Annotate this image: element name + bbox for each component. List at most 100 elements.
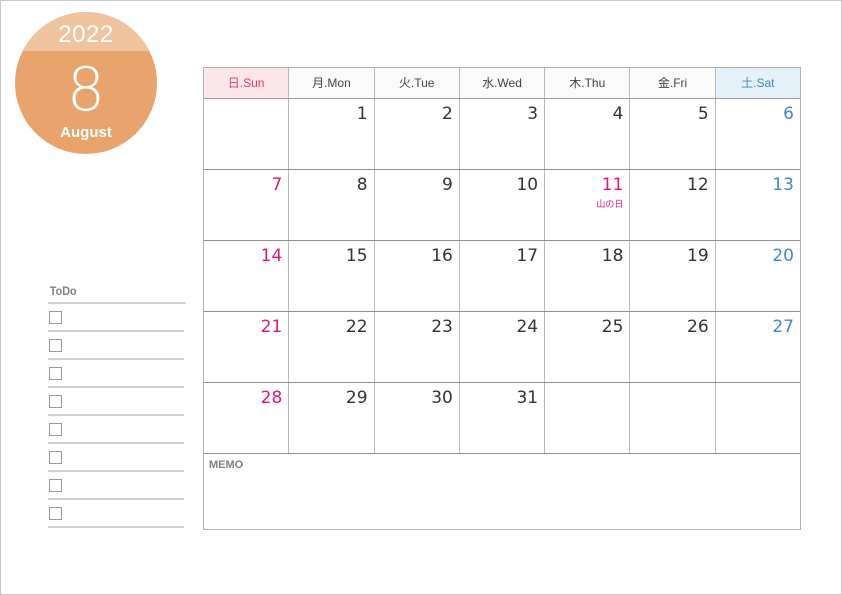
day-cell[interactable]: 21 xyxy=(204,312,289,382)
day-number: 2 xyxy=(442,104,453,124)
day-cell[interactable]: 6 xyxy=(714,99,800,169)
todo-item[interactable] xyxy=(48,472,184,500)
weekday-wed: 水.Wed xyxy=(458,68,545,98)
day-cell[interactable]: 13 xyxy=(714,170,800,240)
day-number: 24 xyxy=(516,317,539,337)
empty-cell[interactable] xyxy=(714,383,800,453)
day-cell[interactable]: 23 xyxy=(373,312,459,382)
day-number: 30 xyxy=(431,388,453,408)
day-cell[interactable]: 27 xyxy=(714,312,800,382)
day-number: 11 xyxy=(601,175,624,195)
empty-cell[interactable] xyxy=(629,383,715,453)
day-number: 12 xyxy=(687,175,709,195)
todo-item[interactable] xyxy=(48,500,184,528)
month-name: August xyxy=(60,124,112,141)
day-cell[interactable]: 14 xyxy=(204,241,289,311)
day-cell[interactable]: 17 xyxy=(458,241,545,311)
empty-cell[interactable] xyxy=(204,99,289,169)
day-number: 4 xyxy=(612,104,624,124)
day-cell[interactable]: 29 xyxy=(288,383,374,453)
todo-item[interactable] xyxy=(48,388,184,416)
day-number: 8 xyxy=(356,175,368,195)
day-number: 7 xyxy=(271,175,283,195)
day-cell[interactable]: 31 xyxy=(458,383,545,453)
day-number: 14 xyxy=(260,246,283,266)
holiday-label: 山の日 xyxy=(596,199,624,209)
day-number: 25 xyxy=(601,317,624,337)
day-cell[interactable]: 28 xyxy=(204,383,289,453)
day-number: 22 xyxy=(345,317,368,337)
day-number: 19 xyxy=(687,246,709,266)
todo-item[interactable] xyxy=(48,332,184,360)
day-cell[interactable]: 8 xyxy=(288,170,374,240)
weekday-sat: 土.Sat xyxy=(714,68,800,98)
day-number: 26 xyxy=(687,317,709,337)
day-number: 29 xyxy=(345,388,368,408)
day-number: 17 xyxy=(516,246,539,266)
todo-item[interactable] xyxy=(48,416,184,444)
day-number: 21 xyxy=(260,317,283,337)
day-cell[interactable]: 9 xyxy=(373,170,459,240)
week-row: 28 29 30 31 xyxy=(204,383,800,454)
checkbox[interactable] xyxy=(49,507,62,520)
month-number: 8 xyxy=(66,55,106,125)
checkbox[interactable] xyxy=(49,479,62,492)
day-number: 31 xyxy=(516,388,539,408)
memo-area[interactable]: MEMO xyxy=(204,454,800,529)
day-cell[interactable]: 25 xyxy=(544,312,630,382)
checkbox[interactable] xyxy=(49,395,62,408)
day-cell[interactable]: 4 xyxy=(544,99,630,169)
weekday-fri: 金.Fri xyxy=(629,68,715,98)
day-cell[interactable]: 20 xyxy=(714,241,800,311)
weekday-header: 日.Sun 月.Mon 火.Tue 水.Wed 木.Thu 金.Fri 土.Sat xyxy=(204,68,800,99)
week-row: 21 22 23 24 25 26 27 xyxy=(204,312,800,383)
day-number: 27 xyxy=(772,317,794,337)
week-row: 14 15 16 17 18 19 20 xyxy=(204,241,800,312)
calendar-page: 2022 8 August ToDo 日.Sun 月.Mon 火.Tue 水.Wed 木… xyxy=(0,0,842,595)
month-badge: 2022 8 August xyxy=(15,12,157,154)
day-cell[interactable]: 26 xyxy=(629,312,715,382)
day-cell[interactable]: 11 山の日 xyxy=(544,170,630,240)
weekday-thu: 木.Thu xyxy=(544,68,630,98)
day-number: 6 xyxy=(783,104,794,124)
checkbox[interactable] xyxy=(49,367,62,380)
day-number: 10 xyxy=(516,175,539,195)
day-number: 13 xyxy=(772,175,794,195)
todo-list: ToDo xyxy=(48,283,186,528)
day-cell[interactable]: 16 xyxy=(373,241,459,311)
empty-cell[interactable] xyxy=(544,383,630,453)
day-cell[interactable]: 18 xyxy=(544,241,630,311)
todo-title: ToDo xyxy=(48,283,186,304)
checkbox[interactable] xyxy=(49,339,62,352)
weekday-mon: 月.Mon xyxy=(288,68,374,98)
day-number: 15 xyxy=(345,246,368,266)
checkbox[interactable] xyxy=(49,311,62,324)
day-cell[interactable]: 10 xyxy=(458,170,545,240)
weekday-tue: 火.Tue xyxy=(373,68,459,98)
day-cell[interactable]: 22 xyxy=(288,312,374,382)
checkbox[interactable] xyxy=(49,451,62,464)
week-row: 1 2 3 4 5 6 xyxy=(204,99,800,170)
day-cell[interactable]: 2 xyxy=(373,99,459,169)
day-cell[interactable]: 19 xyxy=(629,241,715,311)
todo-item[interactable] xyxy=(48,444,184,472)
checkbox[interactable] xyxy=(49,423,62,436)
day-cell[interactable]: 3 xyxy=(458,99,545,169)
day-number: 5 xyxy=(697,104,709,124)
day-number: 28 xyxy=(260,388,283,408)
memo-label: MEMO xyxy=(209,459,244,471)
day-number: 3 xyxy=(527,104,539,124)
calendar-grid: 日.Sun 月.Mon 火.Tue 水.Wed 木.Thu 金.Fri 土.Sat 1234… xyxy=(203,67,801,530)
day-cell[interactable]: 5 xyxy=(629,99,715,169)
todo-item[interactable] xyxy=(48,360,184,388)
day-cell[interactable]: 7 xyxy=(204,170,289,240)
weekday-sun: 日.Sun xyxy=(204,68,289,98)
day-cell[interactable]: 24 xyxy=(458,312,545,382)
week-row: 7 8 9 10 11 山の日 12 13 xyxy=(204,170,800,241)
day-cell[interactable]: 12 xyxy=(629,170,715,240)
todo-item[interactable] xyxy=(48,304,184,332)
year-label: 2022 xyxy=(58,21,114,48)
day-cell[interactable]: 1 xyxy=(288,99,374,169)
day-cell[interactable]: 30 xyxy=(373,383,459,453)
day-cell[interactable]: 15 xyxy=(288,241,374,311)
